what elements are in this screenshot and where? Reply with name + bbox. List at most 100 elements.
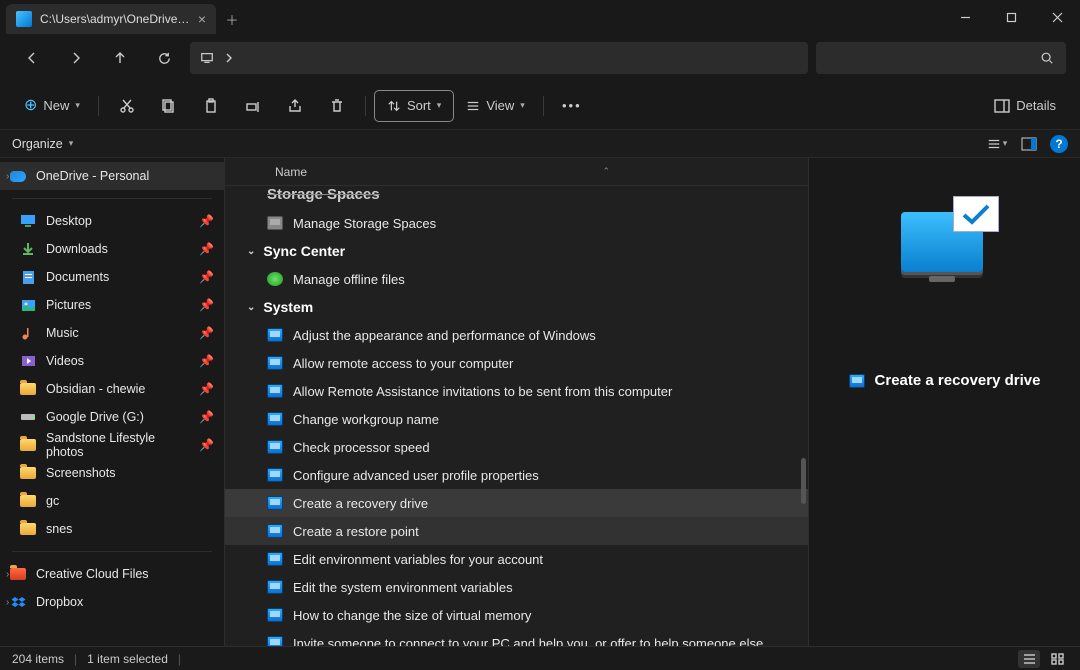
list-item[interactable]: Manage Storage Spaces <box>225 209 808 237</box>
system-item-icon <box>267 524 283 538</box>
dropbox-icon <box>10 594 26 610</box>
maximize-button[interactable] <box>988 0 1034 34</box>
close-tab-icon[interactable]: × <box>198 11 206 27</box>
sort-button[interactable]: Sort ▾ <box>374 90 454 122</box>
plus-icon: ⊕ <box>24 98 37 114</box>
documents-icon <box>20 269 36 285</box>
view-button[interactable]: View ▾ <box>456 90 534 122</box>
sidebar-item-music[interactable]: Music📌 <box>0 319 224 347</box>
sidebar-item-desktop[interactable]: Desktop📌 <box>0 207 224 235</box>
details-label: Details <box>1016 98 1056 113</box>
list-item[interactable]: Edit the system environment variables <box>225 573 808 601</box>
refresh-button[interactable] <box>146 42 182 74</box>
paste-button[interactable] <box>191 90 231 122</box>
pin-icon: 📌 <box>199 382 214 396</box>
list-item[interactable]: Change workgroup name <box>225 405 808 433</box>
details-view-button[interactable] <box>1018 650 1040 668</box>
view-label: View <box>486 98 514 113</box>
sidebar-item-ccf[interactable]: ›Creative Cloud Files <box>0 560 224 588</box>
list-item[interactable]: Check processor speed <box>225 433 808 461</box>
folder-icon <box>20 493 36 509</box>
search-icon <box>1040 51 1054 65</box>
chevron-right-icon: › <box>6 597 9 608</box>
sidebar-item-obsidian[interactable]: Obsidian - chewie📌 <box>0 375 224 403</box>
system-item-icon <box>267 580 283 594</box>
folder-icon <box>20 437 36 453</box>
sidebar-item-pictures[interactable]: Pictures📌 <box>0 291 224 319</box>
list-item-selected[interactable]: Create a recovery drive <box>225 489 808 517</box>
sidebar-item-gdrive[interactable]: Google Drive (G:)📌 <box>0 403 224 431</box>
pin-icon: 📌 <box>199 270 214 284</box>
group-header-sync[interactable]: ⌄Sync Center <box>225 237 808 265</box>
sidebar-item-screenshots[interactable]: Screenshots <box>0 459 224 487</box>
sidebar-item-gc[interactable]: gc <box>0 487 224 515</box>
list-item[interactable]: Edit environment variables for your acco… <box>225 545 808 573</box>
back-button[interactable] <box>14 42 50 74</box>
sidebar-item-label: OneDrive - Personal <box>36 169 149 183</box>
pin-icon: 📌 <box>199 326 214 340</box>
group-header-system[interactable]: ⌄System <box>225 293 808 321</box>
folder-icon <box>10 566 26 582</box>
sidebar-item-downloads[interactable]: Downloads📌 <box>0 235 224 263</box>
preview-pane-toggle[interactable] <box>1018 133 1040 155</box>
list-item[interactable]: Manage offline files <box>225 265 808 293</box>
list-item[interactable]: How to change the size of virtual memory <box>225 601 808 629</box>
list-item[interactable]: Allow remote access to your computer <box>225 349 808 377</box>
storage-icon <box>267 216 283 230</box>
system-item-icon <box>267 328 283 342</box>
sidebar-item-onedrive[interactable]: › OneDrive - Personal <box>0 162 224 190</box>
scrollbar-thumb[interactable] <box>801 458 806 504</box>
up-button[interactable] <box>102 42 138 74</box>
system-item-icon <box>267 636 283 646</box>
list-item[interactable]: Adjust the appearance and performance of… <box>225 321 808 349</box>
view-mode-dropdown[interactable]: ▾ <box>986 133 1008 155</box>
view-icon <box>466 99 480 113</box>
pin-icon: 📌 <box>199 354 214 368</box>
videos-icon <box>20 353 36 369</box>
sort-label: Sort <box>407 98 431 113</box>
folder-icon <box>20 521 36 537</box>
list-item[interactable]: Invite someone to connect to your PC and… <box>225 629 808 646</box>
system-item-icon <box>267 496 283 510</box>
sidebar-item-documents[interactable]: Documents📌 <box>0 263 224 291</box>
tab-app-icon <box>16 11 32 27</box>
new-button[interactable]: ⊕ New ▾ <box>14 90 90 122</box>
minimize-button[interactable] <box>942 0 988 34</box>
more-button[interactable]: ••• <box>552 90 592 122</box>
organize-menu[interactable]: Organize ▾ <box>12 137 73 151</box>
address-bar[interactable] <box>190 42 808 74</box>
group-header-storage[interactable]: Storage Spaces <box>225 186 808 209</box>
desktop-icon <box>20 213 36 229</box>
column-header-name[interactable]: Name ⌃ <box>225 158 808 186</box>
rename-button[interactable] <box>233 90 273 122</box>
search-box[interactable] <box>816 42 1066 74</box>
folder-icon <box>20 465 36 481</box>
details-pane-button[interactable]: Details <box>984 90 1066 122</box>
sidebar-item-dropbox[interactable]: ›Dropbox <box>0 588 224 616</box>
cloud-icon <box>10 168 26 184</box>
file-list[interactable]: Name ⌃ Storage Spaces Manage Storage Spa… <box>224 158 808 646</box>
sidebar-item-videos[interactable]: Videos📌 <box>0 347 224 375</box>
list-item[interactable]: Create a restore point <box>225 517 808 545</box>
list-item[interactable]: Configure advanced user profile properti… <box>225 461 808 489</box>
sidebar-item-snes[interactable]: snes <box>0 515 224 543</box>
pin-icon: 📌 <box>199 438 214 452</box>
thumbnails-view-button[interactable] <box>1046 650 1068 668</box>
share-button[interactable] <box>275 90 315 122</box>
window-tab[interactable]: C:\Users\admyr\OneDrive\Des × <box>6 4 216 34</box>
chevron-down-icon: ▾ <box>437 100 442 111</box>
delete-button[interactable] <box>317 90 357 122</box>
help-button[interactable]: ? <box>1050 135 1068 153</box>
copy-button[interactable] <box>149 90 189 122</box>
folder-icon <box>20 381 36 397</box>
system-item-icon <box>267 440 283 454</box>
new-tab-button[interactable]: ＋ <box>216 4 248 34</box>
forward-button[interactable] <box>58 42 94 74</box>
list-item[interactable]: Allow Remote Assistance invitations to b… <box>225 377 808 405</box>
new-label: New <box>43 98 69 113</box>
close-window-button[interactable] <box>1034 0 1080 34</box>
navigation-sidebar: › OneDrive - Personal Desktop📌 Downloads… <box>0 158 224 646</box>
music-icon <box>20 325 36 341</box>
sidebar-item-sandstone[interactable]: Sandstone Lifestyle photos📌 <box>0 431 224 459</box>
cut-button[interactable] <box>107 90 147 122</box>
